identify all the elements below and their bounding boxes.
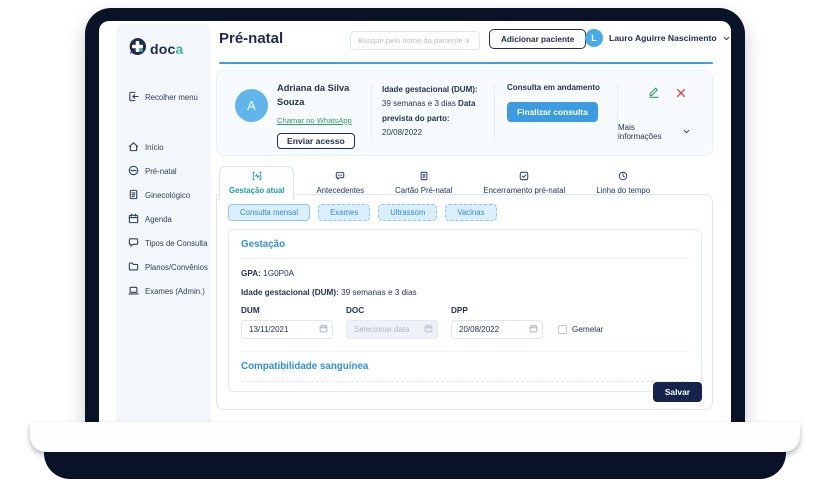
edit-pencil-icon[interactable] xyxy=(648,85,660,103)
sidebar: doca Recolher menu Início Pré-natal Gine… xyxy=(116,24,211,424)
gpa-value: 1G0P0A xyxy=(260,269,295,278)
sidebar-item-ginecologico[interactable]: Ginecológico xyxy=(116,183,211,207)
gpa-label: GPA: xyxy=(241,269,261,278)
gestational-age-label: Idade gestacional (DUM): xyxy=(382,85,478,94)
consultation-status: Consulta em andamento xyxy=(507,83,600,92)
collapse-menu-icon xyxy=(128,91,139,104)
user-name: Lauro Aguirre Nascimento xyxy=(609,33,717,43)
more-info-toggle[interactable]: Mais informações xyxy=(618,123,690,141)
folder-icon xyxy=(128,261,139,274)
gestacao-atual-panel: Consulta mensal Exames Ultrassom Vacinas… xyxy=(216,194,713,410)
whatsapp-link[interactable]: Chamar no WhatsApp xyxy=(277,116,352,125)
brand-logo: doca xyxy=(128,37,211,61)
user-menu[interactable]: L Lauro Aguirre Nascimento xyxy=(585,29,730,47)
ig-label: Idade gestacional (DUM): xyxy=(241,288,339,297)
twin-checkbox-group: Gemelar xyxy=(558,325,603,334)
sidebar-collapse-button[interactable]: Recolher menu xyxy=(116,85,211,109)
sub-section-pills: Consulta mensal Exames Ultrassom Vacinas xyxy=(228,204,712,221)
laptop-mockup: doca Recolher menu Início Pré-natal Gine… xyxy=(0,0,830,493)
doca-logo-icon xyxy=(128,37,147,61)
pill-consulta-mensal[interactable]: Consulta mensal xyxy=(228,204,311,221)
send-access-button[interactable]: Enviar acesso xyxy=(277,132,355,149)
app-screen: doca Recolher menu Início Pré-natal Gine… xyxy=(99,21,731,424)
gestation-form-card: Gestação GPA: 1G0P0A Idade gestacional (… xyxy=(228,229,702,392)
chat-bubble-icon xyxy=(335,171,345,183)
doc-label: DOC xyxy=(346,306,365,315)
due-date-value: 20/08/2022 xyxy=(382,128,423,138)
dpp-label: DPP xyxy=(451,306,468,315)
header-divider xyxy=(219,62,713,64)
pill-exames[interactable]: Exames xyxy=(318,204,371,221)
document-icon xyxy=(419,171,429,183)
sidebar-collapse-label: Recolher menu xyxy=(145,92,198,102)
dum-field: DUM xyxy=(241,306,333,339)
consultation-status-block: Consulta em andamento Finalizar consulta xyxy=(495,81,617,145)
sidebar-item-tipos-de-consulta[interactable]: Tipos de Consulta xyxy=(116,231,211,255)
prenatal-icon xyxy=(128,165,139,178)
patient-gestation-info: Idade gestacional (DUM): 39 semanas e 3 … xyxy=(372,81,494,145)
twin-label: Gemelar xyxy=(572,325,604,334)
gpa-row: GPA: 1G0P0A xyxy=(241,269,689,278)
dum-label: DUM xyxy=(241,306,260,315)
page-title: Pré-natal xyxy=(219,30,284,47)
sidebar-item-planos-convenios[interactable]: Planos/Convênios xyxy=(116,255,211,279)
sidebar-item-pre-natal[interactable]: Pré-natal xyxy=(116,159,211,183)
sidebar-nav: Início Pré-natal Ginecológico Agenda Tip… xyxy=(116,135,211,303)
laptop-icon xyxy=(128,285,139,298)
laptop-deck xyxy=(30,422,800,452)
tab-encerramento-pre-natal[interactable]: Encerramento pré-natal xyxy=(474,167,574,200)
patient-name: Adriana da Silva Souza xyxy=(277,83,350,108)
tab-gestacao-atual[interactable]: Gestação atual xyxy=(219,166,295,200)
pill-ultrassom[interactable]: Ultrassom xyxy=(378,204,438,221)
gestational-age-value: 39 semanas e 3 dias xyxy=(382,99,459,109)
document-icon xyxy=(128,189,139,202)
patient-actions: Mais informações xyxy=(618,81,704,145)
chat-bubble-icon xyxy=(128,237,139,250)
brand-name: doca xyxy=(150,41,184,57)
main-area: Pré-natal Adicionar paciente L Lauro Agu… xyxy=(216,21,729,424)
sidebar-item-inicio[interactable]: Início xyxy=(116,135,211,159)
user-avatar: L xyxy=(585,29,603,47)
date-fields-row: DUM DOC xyxy=(241,306,689,339)
clock-icon xyxy=(618,171,628,183)
patient-identity: A Adriana da Silva Souza Chamar no Whats… xyxy=(225,81,371,149)
section-title-gestacao: Gestação xyxy=(241,230,689,259)
save-button[interactable]: Salvar xyxy=(652,382,702,402)
tab-antecedentes[interactable]: Antecedentes xyxy=(307,167,373,200)
laptop-base xyxy=(44,448,786,479)
check-square-icon xyxy=(519,171,529,183)
chevron-down-icon xyxy=(723,29,730,47)
home-icon xyxy=(128,141,139,154)
laptop-screen-frame: doca Recolher menu Início Pré-natal Gine… xyxy=(85,8,745,424)
twin-checkbox[interactable] xyxy=(558,325,567,334)
patient-banner: A Adriana da Silva Souza Chamar no Whats… xyxy=(216,70,713,156)
pulse-brackets-icon xyxy=(252,171,262,183)
tab-linha-do-tempo[interactable]: Linha do tempo xyxy=(587,167,659,200)
sidebar-item-exames-admin[interactable]: Exames (Admin.) xyxy=(116,279,211,303)
finish-consultation-button[interactable]: Finalizar consulta xyxy=(507,102,598,122)
doc-field: DOC xyxy=(346,306,438,339)
pill-vacinas[interactable]: Vacinas xyxy=(445,204,497,221)
ig-value: 39 semanas e 3 dias xyxy=(338,288,417,297)
patient-search xyxy=(350,30,480,50)
tab-cartao-pre-natal[interactable]: Cartão Pré-natal xyxy=(386,167,461,200)
patient-search-input[interactable] xyxy=(350,31,480,50)
calendar-icon xyxy=(128,213,139,226)
chevron-down-icon xyxy=(683,128,690,137)
gestational-age-row: Idade gestacional (DUM): 39 semanas e 3 … xyxy=(241,288,689,297)
section-title-compatibilidade: Compatibilidade sanguínea xyxy=(241,352,689,382)
sidebar-item-agenda[interactable]: Agenda xyxy=(116,207,211,231)
close-icon[interactable] xyxy=(676,85,686,103)
record-tabs: Gestação atual Antecedentes Cartão Pré-n… xyxy=(219,166,659,200)
dpp-field: DPP xyxy=(451,306,543,339)
add-patient-button[interactable]: Adicionar paciente xyxy=(489,29,587,49)
patient-avatar: A xyxy=(235,89,268,122)
